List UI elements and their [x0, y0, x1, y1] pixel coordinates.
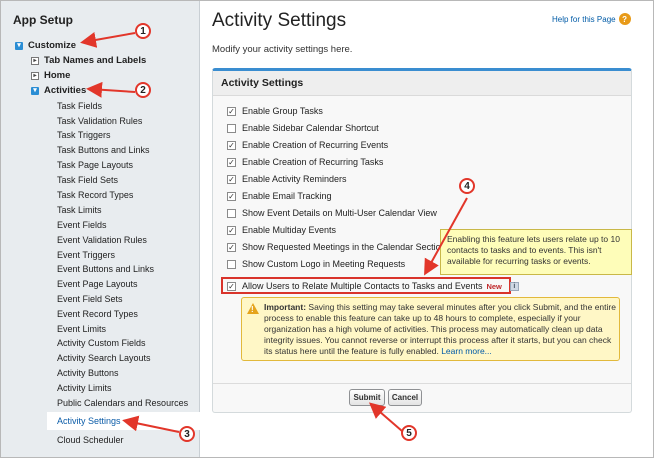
callout-arrow-5 — [368, 402, 403, 432]
callout-4: 4 — [459, 178, 475, 194]
callout-5: 5 — [401, 425, 417, 441]
callout-arrow-4 — [424, 197, 468, 276]
annotation-arrows — [80, 32, 468, 433]
callout-2: 2 — [135, 82, 151, 98]
callout-3: 3 — [179, 426, 195, 442]
callout-1: 1 — [135, 23, 151, 39]
callout-arrow-3 — [122, 415, 180, 433]
callout-arrow-1 — [80, 32, 136, 48]
callout-arrow-2 — [86, 81, 136, 98]
